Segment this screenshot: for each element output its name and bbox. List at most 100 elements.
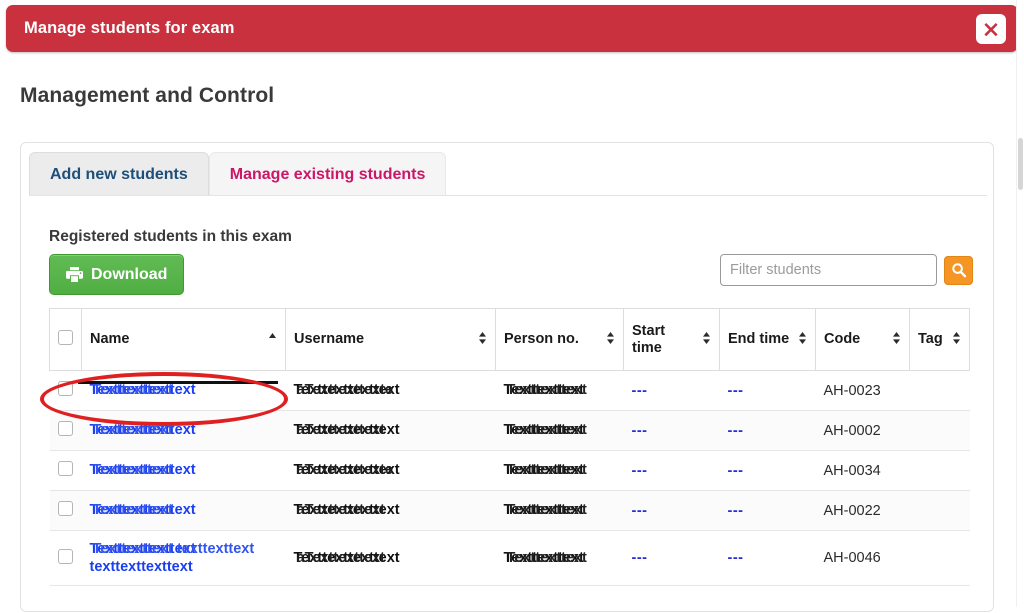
cell-start-time[interactable]: --- bbox=[623, 370, 720, 411]
username-value: Texttexttexttext aTexttexttext bbox=[293, 502, 400, 519]
sort-both-icon bbox=[798, 331, 807, 349]
cell-name[interactable]: Texttexttexttext texttexttexttext Texttex… bbox=[81, 529, 286, 587]
username-value: Texttexttexttext aTexttexttext bbox=[293, 550, 400, 567]
cell-code: AH-0022 bbox=[815, 490, 910, 531]
download-button[interactable]: Download bbox=[49, 254, 185, 295]
code-value: AH-0002 bbox=[823, 422, 881, 439]
row-checkbox[interactable] bbox=[57, 461, 73, 476]
cell-start-time[interactable]: --- bbox=[623, 529, 720, 587]
page-scrollbar-thumb[interactable] bbox=[1018, 138, 1023, 190]
student-name-value[interactable]: Texttexttexttext texttexttexttext Texttex… bbox=[90, 540, 270, 576]
column-header-person-no-label: Person no. bbox=[504, 331, 579, 348]
tab-manage-existing-students[interactable]: Manage existing students bbox=[208, 152, 447, 196]
page-title: Management and Control bbox=[20, 84, 275, 107]
column-header-start-time[interactable]: Start time bbox=[623, 308, 720, 371]
tab-add-new-students[interactable]: Add new students bbox=[29, 152, 209, 196]
column-header-code-label: Code bbox=[824, 331, 861, 348]
cell-code: AH-0023 bbox=[815, 370, 910, 411]
table-row[interactable]: Texttexttexttext Texttexttext Texttexttext… bbox=[49, 490, 970, 531]
column-header-name-label: Name bbox=[90, 331, 130, 348]
row-select-cell[interactable] bbox=[49, 410, 82, 451]
students-table: Name Username Person no. Start time End … bbox=[49, 308, 970, 587]
end-time-value[interactable]: --- bbox=[728, 550, 744, 566]
row-checkbox[interactable] bbox=[57, 548, 73, 564]
start-time-value[interactable]: --- bbox=[632, 423, 648, 439]
cell-end-time[interactable]: --- bbox=[719, 370, 816, 411]
cell-name[interactable]: Texttexttexttext Texttexttext bbox=[81, 450, 286, 491]
sort-both-icon bbox=[478, 331, 487, 349]
column-header-username[interactable]: Username bbox=[285, 308, 496, 371]
start-time-value[interactable]: --- bbox=[632, 383, 648, 399]
person-no-value: Texttexttext Texttexttext bbox=[503, 462, 587, 479]
cell-start-time[interactable]: --- bbox=[623, 490, 720, 531]
cell-end-time[interactable]: --- bbox=[719, 450, 816, 491]
cell-tag bbox=[909, 450, 970, 491]
cell-tag bbox=[909, 529, 970, 587]
username-value: Texttexttexttext aTexttexttexte bbox=[293, 462, 400, 479]
column-header-tag-label: Tag bbox=[918, 331, 943, 348]
end-time-value[interactable]: --- bbox=[728, 423, 744, 439]
page-scrollbar[interactable] bbox=[1016, 0, 1024, 607]
students-table-container: Name Username Person no. Start time End … bbox=[49, 308, 970, 587]
column-header-name[interactable]: Name bbox=[81, 308, 286, 371]
student-name-value[interactable]: Texttexttexttext Texttexttext bbox=[90, 501, 196, 519]
filter-group bbox=[720, 254, 973, 286]
modal-header: Manage students for exam bbox=[6, 5, 1018, 52]
start-time-value[interactable]: --- bbox=[632, 463, 648, 479]
close-icon[interactable] bbox=[976, 13, 1006, 44]
students-table-head: Name Username Person no. Start time End … bbox=[49, 308, 970, 371]
sort-both-icon bbox=[892, 331, 901, 349]
cell-code: AH-0046 bbox=[815, 529, 910, 587]
row-select-cell[interactable] bbox=[49, 450, 82, 491]
cell-tag bbox=[909, 490, 970, 531]
column-header-tag[interactable]: Tag bbox=[909, 308, 970, 371]
table-row[interactable]: Texttexttexttext texttexttexttext Texttex… bbox=[49, 529, 970, 587]
select-all-checkbox[interactable] bbox=[58, 330, 73, 345]
person-no-value: Texttexttext Texttexttext bbox=[503, 550, 587, 567]
cell-username: Texttexttexttext aTexttexttext bbox=[285, 529, 496, 587]
cell-end-time[interactable]: --- bbox=[719, 410, 816, 451]
table-row[interactable]: Texttexttexttext Texttexttext Texttexttext… bbox=[49, 450, 970, 491]
cell-start-time[interactable]: --- bbox=[623, 450, 720, 491]
filter-students-input[interactable] bbox=[720, 254, 937, 286]
cell-tag bbox=[909, 410, 970, 451]
cell-name[interactable]: Texttexttexttext Texttexttext bbox=[81, 370, 286, 411]
column-header-end-time-label: End time bbox=[728, 331, 790, 348]
end-time-value[interactable]: --- bbox=[728, 503, 744, 519]
column-header-person-no[interactable]: Person no. bbox=[495, 308, 624, 371]
row-select-cell[interactable] bbox=[49, 490, 82, 531]
cell-person-no: Texttexttext Texttexttext bbox=[495, 370, 624, 411]
row-checkbox[interactable] bbox=[57, 501, 73, 516]
table-row[interactable]: Texttexttexttext Texttexttext Texttexttext… bbox=[49, 410, 970, 451]
row-select-cell[interactable] bbox=[49, 529, 82, 587]
cell-code: AH-0002 bbox=[815, 410, 910, 451]
search-icon bbox=[951, 263, 966, 278]
row-select-cell[interactable] bbox=[49, 370, 82, 411]
column-header-end-time[interactable]: End time bbox=[719, 308, 816, 371]
cell-start-time[interactable]: --- bbox=[623, 410, 720, 451]
cell-name[interactable]: Texttexttexttext Texttexttext bbox=[81, 490, 286, 531]
table-caption: Registered students in this exam bbox=[49, 228, 292, 245]
table-row[interactable]: Texttexttexttext Texttexttext Texttexttext… bbox=[49, 370, 970, 411]
start-time-value[interactable]: --- bbox=[632, 550, 648, 566]
cell-end-time[interactable]: --- bbox=[719, 529, 816, 587]
end-time-value[interactable]: --- bbox=[728, 383, 744, 399]
start-time-value[interactable]: --- bbox=[632, 503, 648, 519]
end-time-value[interactable]: --- bbox=[728, 463, 744, 479]
column-header-select-all[interactable] bbox=[49, 308, 82, 371]
sort-asc-icon bbox=[268, 331, 277, 347]
cell-name[interactable]: Texttexttexttext Texttexttext bbox=[81, 410, 286, 451]
column-header-code[interactable]: Code bbox=[815, 308, 910, 371]
student-name-value[interactable]: Texttexttexttext Texttexttext bbox=[90, 381, 196, 399]
cell-end-time[interactable]: --- bbox=[719, 490, 816, 531]
row-checkbox[interactable] bbox=[57, 381, 73, 396]
student-name-value[interactable]: Texttexttexttext Texttexttext bbox=[90, 421, 196, 439]
cell-tag bbox=[909, 370, 970, 411]
row-checkbox[interactable] bbox=[57, 421, 73, 436]
tab-panel: Add new students Manage existing student… bbox=[20, 142, 994, 612]
column-header-start-time-label: Start time bbox=[632, 322, 666, 356]
search-button[interactable] bbox=[944, 255, 973, 285]
student-name-value[interactable]: Texttexttexttext Texttexttext bbox=[90, 461, 196, 479]
table-header-row: Name Username Person no. Start time End … bbox=[49, 308, 970, 371]
annotation-underline bbox=[78, 381, 278, 384]
